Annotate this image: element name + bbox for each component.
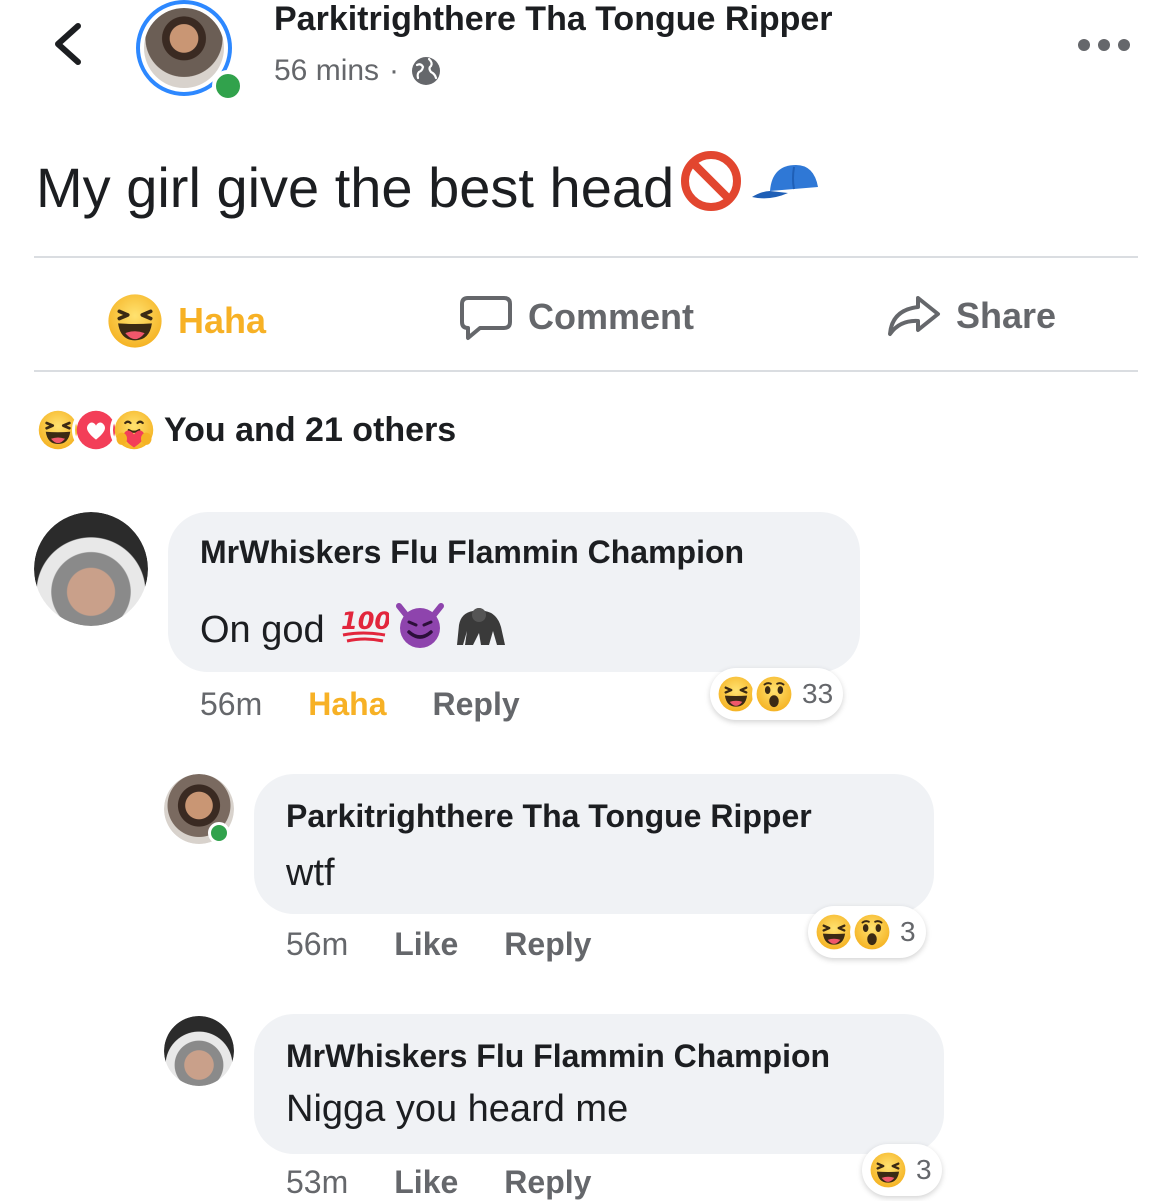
post-author-avatar[interactable] [136,0,248,102]
comment-time[interactable]: 56m [200,686,262,723]
globe-icon [409,54,443,88]
svg-text:100: 100 [341,607,389,635]
post-author-name[interactable]: Parkitrighthere Tha Tongue Ripper [274,0,833,39]
reply-bubble: Parkitrighthere Tha Tongue Ripper wtf [254,774,934,914]
haha-reaction-button[interactable]: Haha [106,292,266,350]
comment-button[interactable]: Comment [458,292,694,342]
reply-author[interactable]: Parkitrighthere Tha Tongue Ripper [286,798,812,835]
post-time[interactable]: 56 mins [274,54,379,88]
reaction-summary-text: You and 21 others [164,410,457,449]
back-arrow-icon[interactable] [44,18,92,70]
reply-reply-button[interactable]: Reply [504,1164,591,1201]
prohibited-icon [674,148,744,227]
reply-reaction-count: 3 [916,1154,932,1185]
comment-label: Comment [528,296,695,337]
online-status-dot [212,70,244,102]
comment-text-row: On god 100 [200,600,509,660]
comment-text: On god [200,608,325,651]
haha-icon [106,292,164,350]
reply-reaction-count: 3 [900,916,916,947]
gorilla-icon [449,601,509,659]
comment-reactions[interactable]: 33 [710,668,844,720]
reply-text: Nigga you heard me [286,1088,629,1130]
reply-author[interactable]: MrWhiskers Flu Flammin Champion [286,1038,830,1075]
comment-bubble: MrWhiskers Flu Flammin Champion On god 1… [168,512,860,672]
reaction-summary[interactable]: You and 21 others [34,406,456,454]
reply-text: wtf [286,852,335,894]
wow-icon [850,910,894,954]
reply-actions: 56m Like Reply [286,926,591,963]
care-icon [110,406,158,454]
comment-author[interactable]: MrWhiskers Flu Flammin Champion [200,534,744,571]
reply-like-button[interactable]: Like [394,926,458,963]
comment-actions: 56m Haha Reply [200,686,520,723]
reply-author-avatar[interactable] [164,1016,234,1086]
meta-separator: · [389,54,400,87]
wow-icon [752,672,796,716]
more-options-icon[interactable] [1074,30,1134,60]
haha-icon [866,1148,910,1192]
reply-reactions[interactable]: 3 [862,1144,942,1196]
reply-like-button[interactable]: Like [394,1164,458,1201]
reply-time[interactable]: 56m [286,926,348,963]
share-icon [888,296,940,336]
post-meta: 56 mins · [274,54,443,88]
comment-reaction-count: 33 [802,678,834,709]
comment-reply-button[interactable]: Reply [433,686,520,723]
post-text: My girl give the best head [36,156,675,219]
billed-cap-icon [744,155,826,220]
share-button[interactable]: Share [886,292,1056,340]
divider-top [34,256,1138,258]
divider-bottom [34,370,1138,372]
reply-reply-button[interactable]: Reply [504,926,591,963]
commenter-avatar[interactable] [34,512,148,626]
reply-actions: 53m Like Reply [286,1164,591,1201]
reply-bubble: MrWhiskers Flu Flammin Champion Nigga yo… [254,1014,944,1154]
haha-label: Haha [178,300,267,341]
hundred-points-icon: 100 [339,603,391,657]
share-label: Share [956,295,1057,336]
comment-haha-button[interactable]: Haha [308,686,386,723]
online-status-dot [208,822,230,844]
post-body: My girl give the best head [36,148,826,227]
smiling-devil-icon [393,600,447,660]
reply-reactions[interactable]: 3 [808,906,926,958]
comment-icon [460,296,512,340]
reply-time[interactable]: 53m [286,1164,348,1201]
